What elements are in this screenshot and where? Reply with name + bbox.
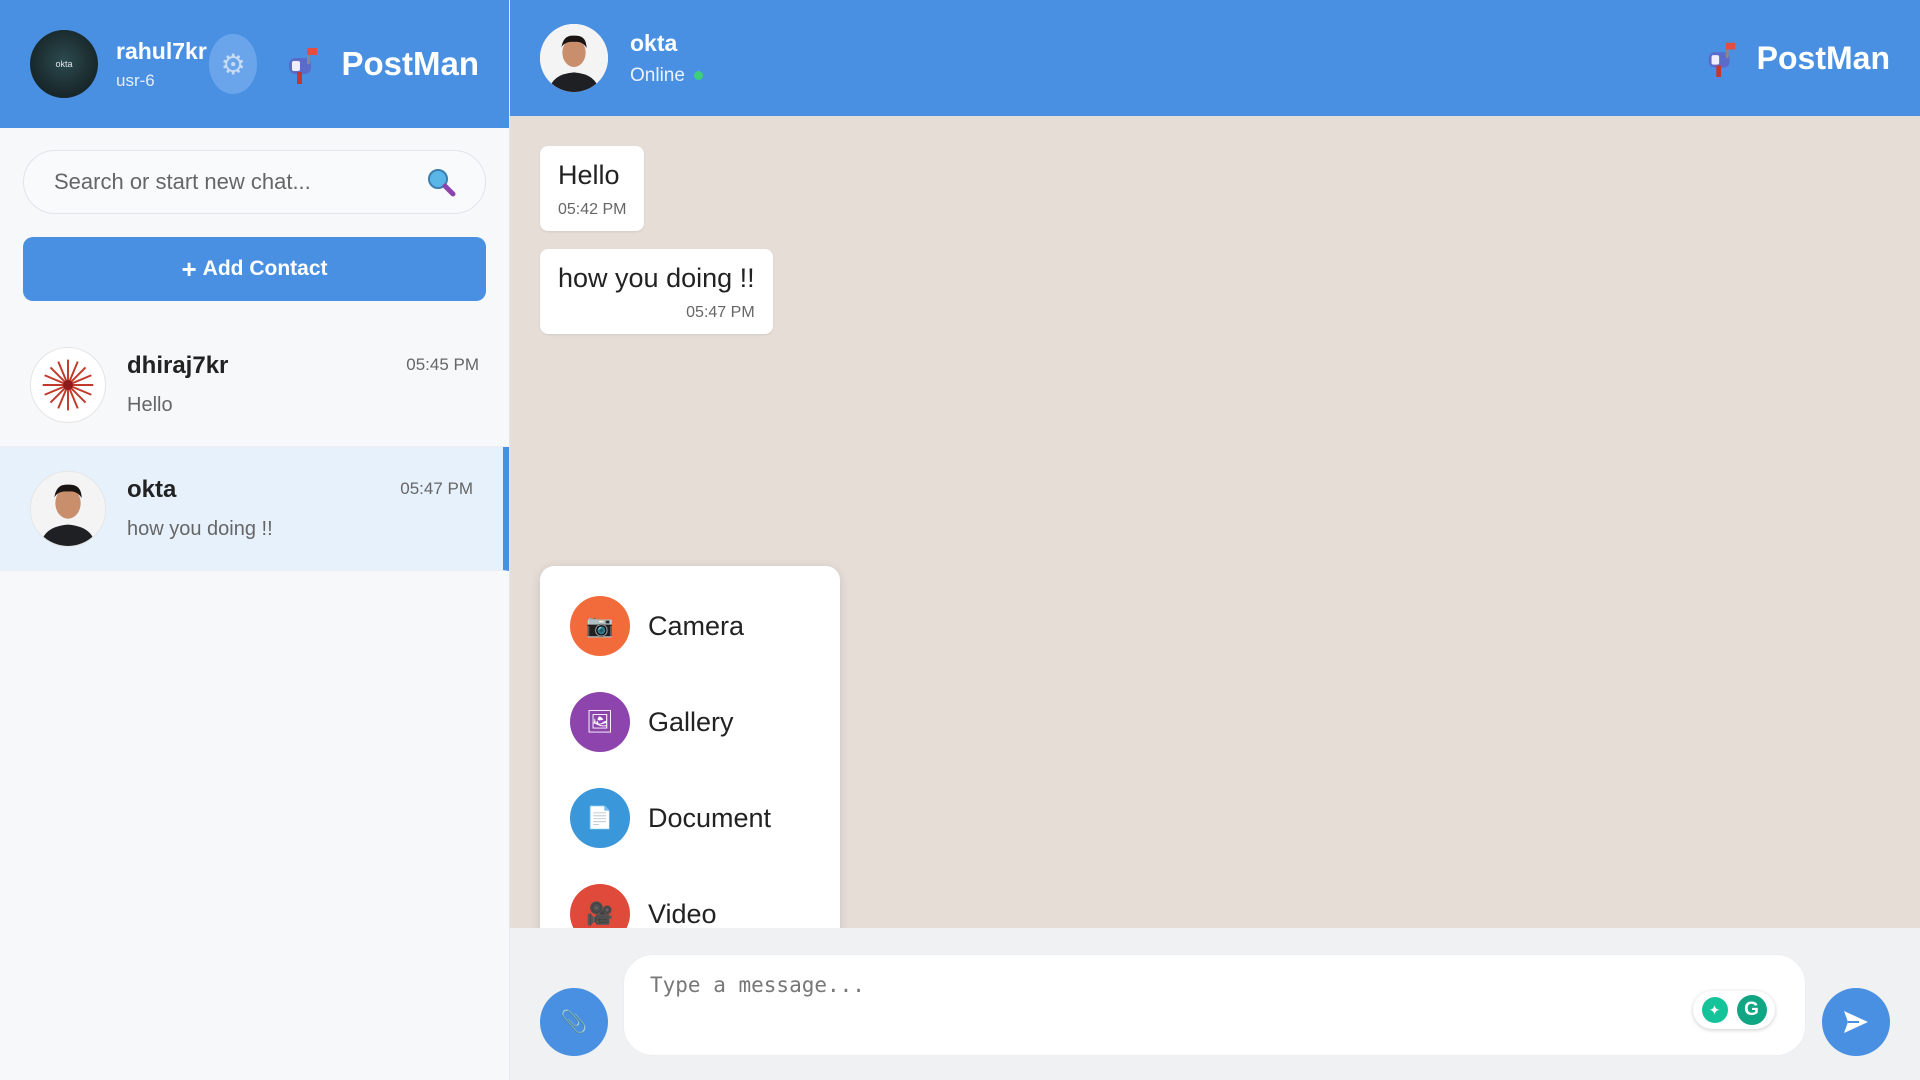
chat-list-item-active[interactable]: okta how you doing !! 05:47 PM [0,447,509,571]
presence-status: Online [630,65,703,87]
search-box [23,150,486,214]
grammarly-widget[interactable]: ✦ G [1693,991,1775,1029]
brand-name: PostMan [1756,39,1890,76]
my-username: rahul7kr [116,37,207,64]
message-time: 05:47 PM [686,304,755,321]
attach-option-label: Gallery [648,706,734,737]
mailbox-icon [289,48,318,84]
message-text: how you doing !! [558,263,755,293]
grammarly-logo-icon[interactable]: G [1736,995,1767,1025]
grammarly-suggestion-icon[interactable]: ✦ [1701,997,1728,1023]
my-user-id: usr-6 [116,70,155,90]
message-row: Hello 05:42 PM [540,146,1890,249]
composer-bar: 📎 ✦ G [510,928,1920,1080]
contact-avatar [30,346,106,423]
person-avatar-icon [540,24,608,92]
attach-gallery-option[interactable]: 🖼 Gallery [570,692,840,752]
chat-list-item[interactable]: dhiraj7kr Hello 05:45 PM [0,323,509,447]
search-area [0,128,509,214]
starburst-avatar-icon [42,359,94,410]
attachment-menu: 📷 Camera 🖼 Gallery 📄 Document 🎥 Video [540,566,840,974]
message-text: Hello [558,160,620,190]
gear-icon: ⚙ [220,48,246,80]
mailbox-icon [1708,42,1735,77]
last-message-preview: Hello [127,394,173,416]
sidebar-header: okta rahul7kr usr-6 ⚙ PostMan [0,0,509,128]
message-bubble[interactable]: Hello 05:42 PM [540,146,645,231]
last-message-time: 05:47 PM [400,479,473,498]
document-icon: 📄 [570,788,630,848]
message-bubble[interactable]: how you doing !! 05:47 PM [540,249,773,334]
brand-name: PostMan [341,45,479,82]
my-avatar[interactable]: okta [30,30,98,98]
camera-icon: 📷 [570,596,630,656]
message-time: 05:42 PM [558,201,627,218]
send-icon [1844,1011,1868,1033]
add-contact-button[interactable]: + Add Contact [23,237,486,301]
plus-icon: + [181,253,197,284]
attach-camera-option[interactable]: 📷 Camera [570,596,840,656]
active-contact-name: okta [630,29,678,56]
paperclip-icon: 📎 [560,1009,588,1034]
chat-list: dhiraj7kr Hello 05:45 PM okta how you do… [0,323,509,571]
my-avatar-logo-text: okta [55,59,73,69]
last-message-preview: how you doing !! [127,518,273,540]
settings-button[interactable]: ⚙ [208,34,258,94]
attach-option-label: Video [648,898,717,929]
attach-option-label: Document [648,802,772,833]
message-input-box: ✦ G [623,954,1806,1056]
online-indicator-icon [693,71,703,80]
sidebar: okta rahul7kr usr-6 ⚙ PostMan Search or … [0,0,510,1080]
search-input[interactable] [54,169,425,195]
message-input[interactable] [650,973,1779,1037]
chat-header: okta Online PostMan [510,0,1920,116]
add-contact-label: Add Contact [202,257,328,280]
message-row: how you doing !! 05:47 PM [540,249,1890,352]
brand: PostMan [1703,38,1890,78]
contact-avatar [30,470,106,547]
brand: PostMan [283,44,479,84]
attach-option-label: Camera [648,610,745,641]
message-list: Hello 05:42 PM how you doing !! 05:47 PM [510,116,1920,352]
gallery-icon: 🖼 [570,692,630,752]
search-icon[interactable] [425,166,457,198]
attach-button[interactable]: 📎 [540,988,608,1056]
attach-document-option[interactable]: 📄 Document [570,788,840,848]
my-profile-info: rahul7kr usr-6 [116,38,207,91]
presence-status-text: Online [630,64,685,86]
active-contact-info: okta Online [630,30,703,87]
send-button[interactable] [1822,988,1890,1056]
last-message-time: 05:45 PM [406,355,479,374]
active-contact-avatar[interactable] [540,24,608,92]
person-avatar-icon [31,471,105,546]
